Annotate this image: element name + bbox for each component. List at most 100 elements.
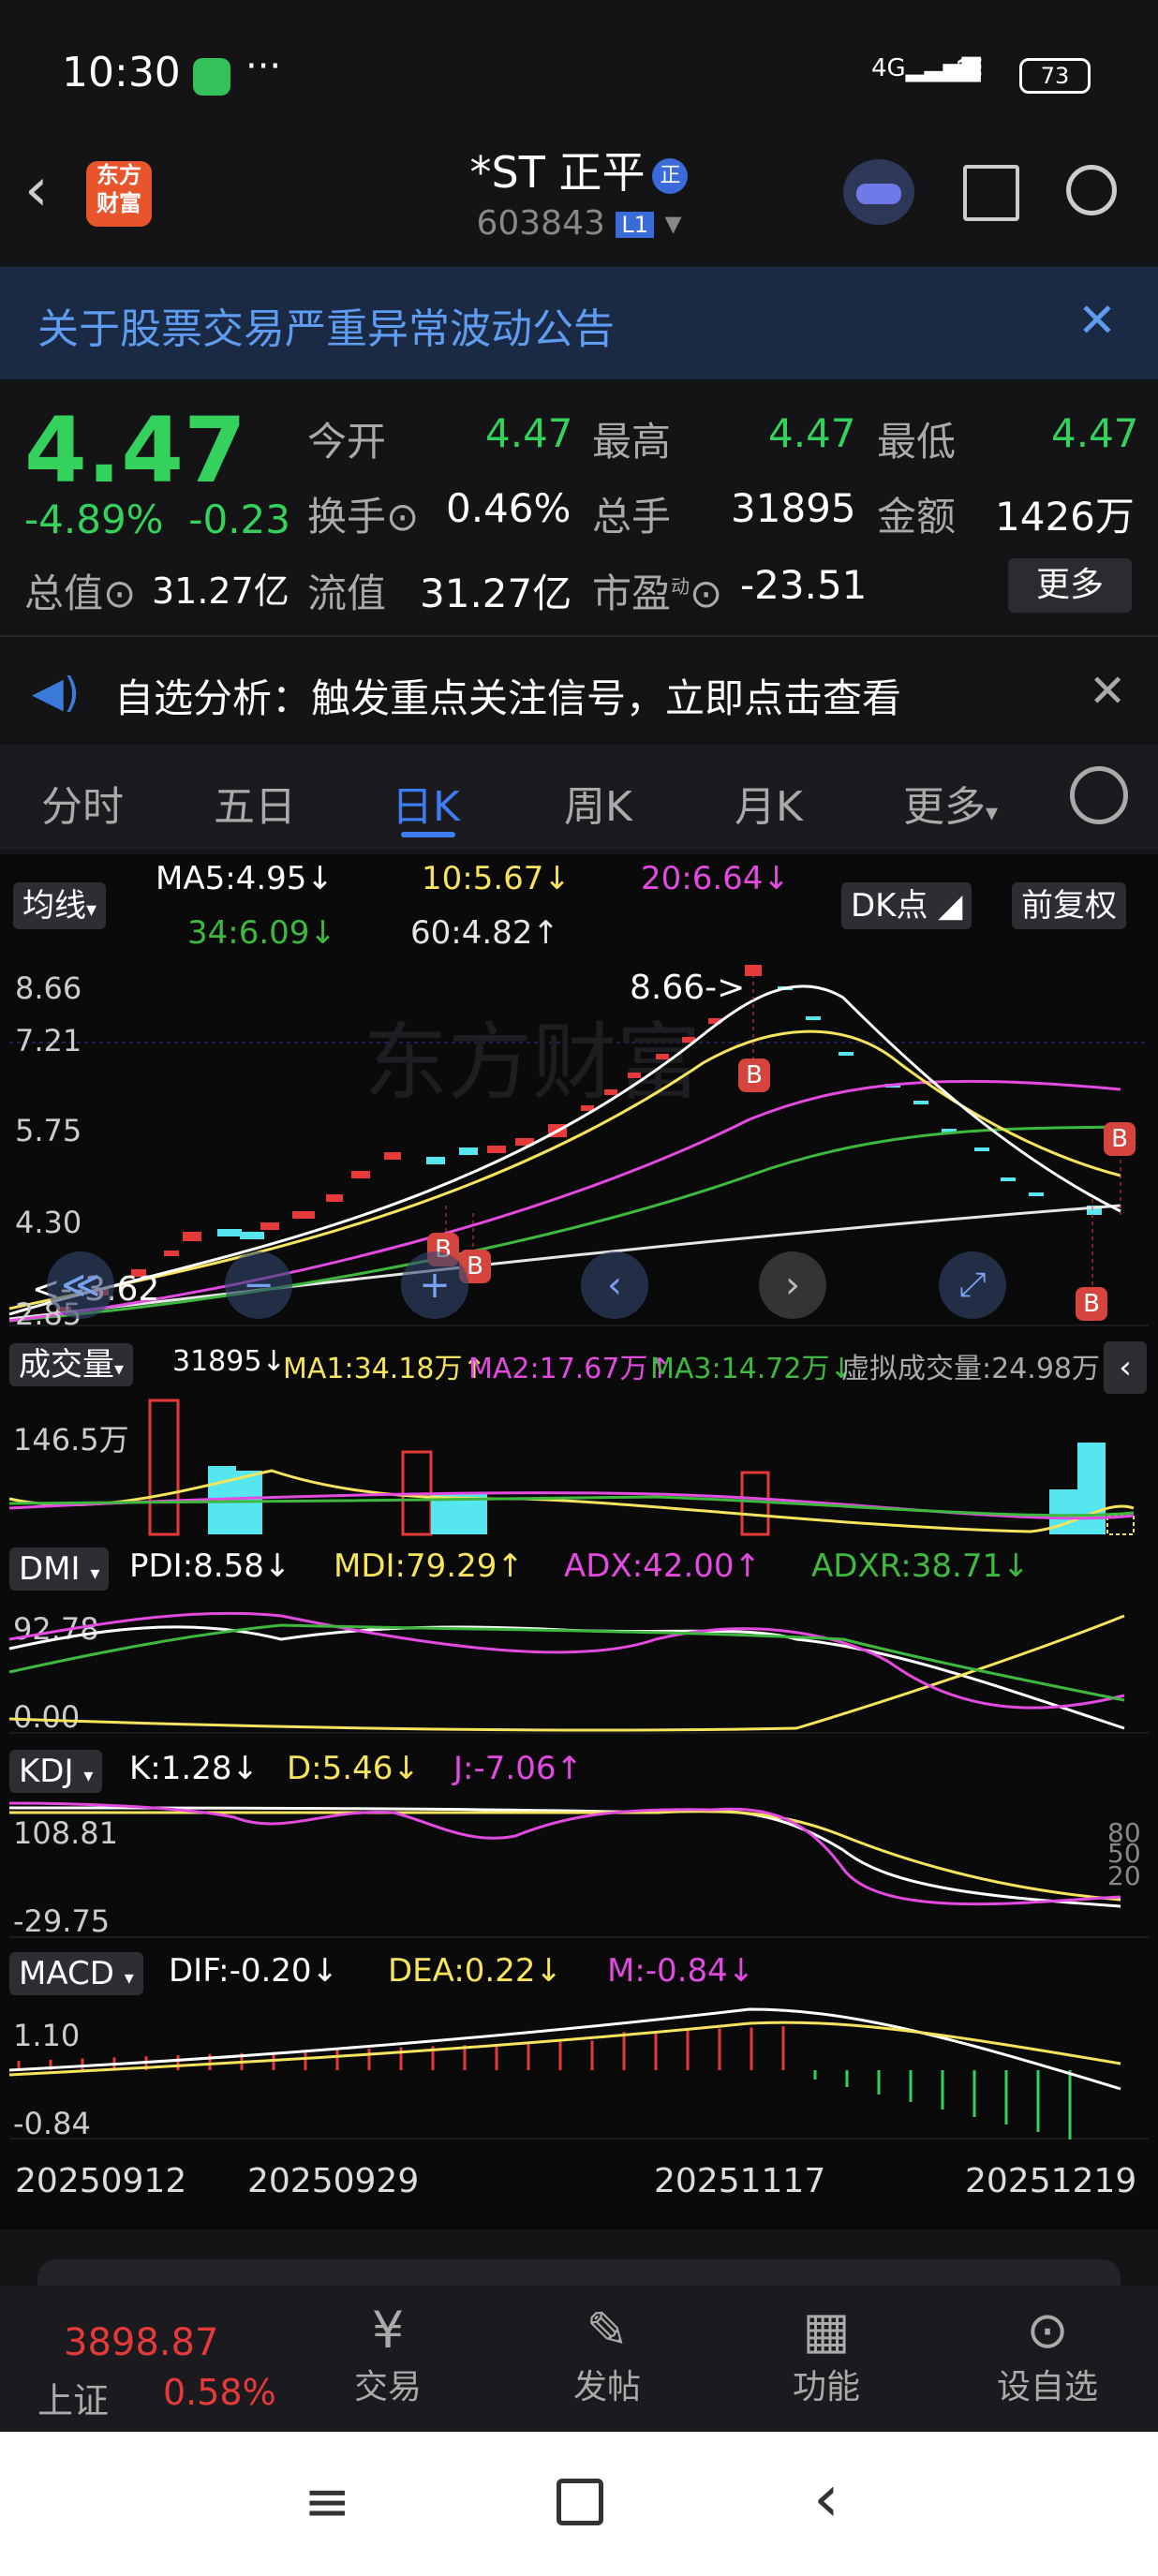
tab-daily-k[interactable]: 日K	[392, 773, 460, 833]
amount-value: 1426万	[995, 494, 1135, 540]
kdj-chart[interactable]	[0, 1799, 1158, 1939]
ma5-value: MA5:4.95↓	[156, 860, 334, 897]
dmi-chart[interactable]	[0, 1597, 1158, 1738]
price-axis-3: 5.75	[15, 1113, 82, 1148]
vol-ma2: MA2:17.67万↑	[468, 1353, 672, 1385]
close-notice-icon[interactable]: ✕	[1077, 293, 1117, 348]
adjust-toggle[interactable]: 前复权	[1012, 882, 1126, 929]
edit-icon: ✎	[586, 2301, 629, 2360]
float-label: 流值	[307, 570, 387, 616]
buy-marker[interactable]: B	[1076, 1287, 1107, 1321]
open-value: 4.47	[485, 410, 573, 456]
index-name[interactable]: 上证	[37, 2372, 109, 2423]
functions-button[interactable]: ▦ 功能	[779, 2301, 873, 2408]
more-circle-icon: ⊙	[1026, 2301, 1069, 2360]
ma20-value: 20:6.64↓	[641, 860, 790, 897]
trade-button[interactable]: ¥ 交易	[341, 2301, 435, 2408]
volume-selector[interactable]: 成交量▾	[9, 1343, 134, 1386]
dmi-selector[interactable]: DMI ▾	[9, 1547, 110, 1591]
add-watchlist-button[interactable]: ⊙ 设自选	[991, 2301, 1104, 2408]
virtual-volume: 虚拟成交量:24.98万	[841, 1353, 1100, 1385]
macd-dif: DIF:-0.20↓	[169, 1952, 339, 1990]
tab-monthly-k[interactable]: 月K	[735, 773, 803, 833]
notice-text[interactable]: 关于股票交易严重异常波动公告	[37, 295, 615, 355]
dmi-adx: ADX:42.00↑	[564, 1547, 762, 1585]
ma-toggle[interactable]: 均线▾	[13, 882, 107, 929]
zoom-in-icon[interactable]: +	[401, 1251, 468, 1319]
system-navigation-bar: ≡ ‹	[0, 2432, 1158, 2576]
home-icon[interactable]	[557, 2479, 603, 2525]
ma10-value: 10:5.67↓	[422, 860, 571, 897]
collapse-panel-icon[interactable]: ‹	[1104, 1341, 1147, 1394]
high-marker-label: 8.66->	[630, 969, 746, 1007]
buy-marker[interactable]: B	[738, 1059, 770, 1092]
fullscreen-icon[interactable]: ⤢	[939, 1251, 1006, 1319]
high-value: 4.47	[768, 410, 856, 456]
status-bar: 10:30 ··· 4G▂▃▅▇ ≋ 73	[0, 0, 1158, 150]
recent-apps-icon[interactable]: ≡	[304, 2469, 350, 2535]
speaker-icon: ◀)	[32, 669, 81, 717]
dk-point-toggle[interactable]: DK点 ◢	[841, 882, 972, 929]
macd-chart[interactable]	[0, 2000, 1158, 2140]
analysis-alert[interactable]: ◀) 自选分析：触发重点关注信号，立即点击查看 ✕	[0, 646, 1158, 740]
level-badge: L1	[616, 212, 654, 238]
prev-icon[interactable]: ‹	[581, 1251, 648, 1319]
macd-selector[interactable]: MACD ▾	[9, 1952, 143, 1995]
period-tabs: 分时 五日 日K 周K 月K 更多▾	[0, 745, 1158, 850]
low-value: 4.47	[1051, 410, 1139, 456]
zoom-out-icon[interactable]: −	[225, 1251, 292, 1319]
index-value[interactable]: 3898.87	[64, 2321, 218, 2364]
back-nav-icon[interactable]: ‹	[813, 2460, 839, 2537]
index-change[interactable]: 0.58%	[163, 2372, 276, 2413]
alert-text[interactable]: 自选分析：触发重点关注信号，立即点击查看	[114, 667, 901, 724]
more-notifications-icon: ···	[245, 45, 282, 88]
official-badge: 正	[652, 157, 689, 194]
tab-more[interactable]: 更多▾	[903, 773, 998, 833]
high-label: 最高	[592, 419, 672, 465]
date-label-2: 20250929	[247, 2162, 420, 2200]
bottom-toolbar: 3898.87 上证 0.58% ¥ 交易 ✎ 发帖 ▦ 功能 ⊙ 设自选	[0, 2286, 1158, 2431]
price-axis-max: 8.66	[15, 970, 82, 1006]
mktcap-value: 31.27亿	[152, 570, 290, 612]
date-label-4: 20251219	[965, 2162, 1137, 2200]
wifi-icon: ≋	[954, 47, 986, 90]
price-axis-4: 4.30	[15, 1205, 82, 1240]
kdj-k: K:1.28↓	[129, 1750, 259, 1787]
trade-icon: ¥	[371, 2301, 405, 2360]
scroll-left-icon[interactable]: ≪	[47, 1251, 114, 1319]
post-button[interactable]: ✎ 发帖	[560, 2301, 654, 2408]
dmi-pdi: PDI:8.58↓	[129, 1547, 291, 1585]
next-icon[interactable]: ›	[759, 1251, 826, 1319]
kdj-selector[interactable]: KDJ ▾	[9, 1750, 103, 1793]
low-label: 最低	[877, 419, 957, 465]
ma60-value: 60:4.82↑	[410, 914, 559, 952]
settings-gear-icon[interactable]	[1070, 766, 1128, 824]
tab-intraday[interactable]: 分时	[41, 773, 124, 833]
amount-label: 金额	[877, 494, 957, 540]
volume-label: 总手	[592, 494, 672, 540]
price-change: -4.89% -0.23	[24, 496, 290, 542]
vol-ma3: MA3:14.72万↓	[650, 1353, 854, 1385]
more-quote-button[interactable]: 更多	[1008, 558, 1132, 613]
macd-histogram	[17, 2026, 1072, 2139]
mktcap-label: 总值⊙	[24, 570, 137, 616]
status-time: 10:30	[62, 49, 181, 96]
search-icon[interactable]	[1066, 165, 1117, 215]
turnover-label: 换手⊙	[307, 494, 420, 540]
tab-weekly-k[interactable]: 周K	[564, 773, 632, 833]
dmi-mdi: MDI:79.29↑	[334, 1547, 524, 1585]
float-value: 31.27亿	[420, 570, 572, 616]
notice-banner[interactable]: 关于股票交易严重异常波动公告 ✕	[0, 267, 1158, 379]
tab-five-day[interactable]: 五日	[214, 773, 296, 833]
dmi-adxr: ADXR:38.71↓	[811, 1547, 1030, 1585]
volume-value: 31895	[731, 485, 856, 531]
share-icon[interactable]	[963, 165, 1019, 221]
close-alert-icon[interactable]: ✕	[1089, 665, 1126, 718]
date-label-3: 20251117	[654, 2162, 826, 2200]
buy-marker[interactable]: B	[1104, 1122, 1136, 1156]
kdj-k-line	[8, 1806, 1121, 1908]
ai-assistant-icon[interactable]	[843, 159, 914, 225]
divider	[0, 635, 1158, 637]
kdj-d: D:5.46↓	[287, 1750, 420, 1787]
volume-chart[interactable]	[0, 1396, 1158, 1536]
